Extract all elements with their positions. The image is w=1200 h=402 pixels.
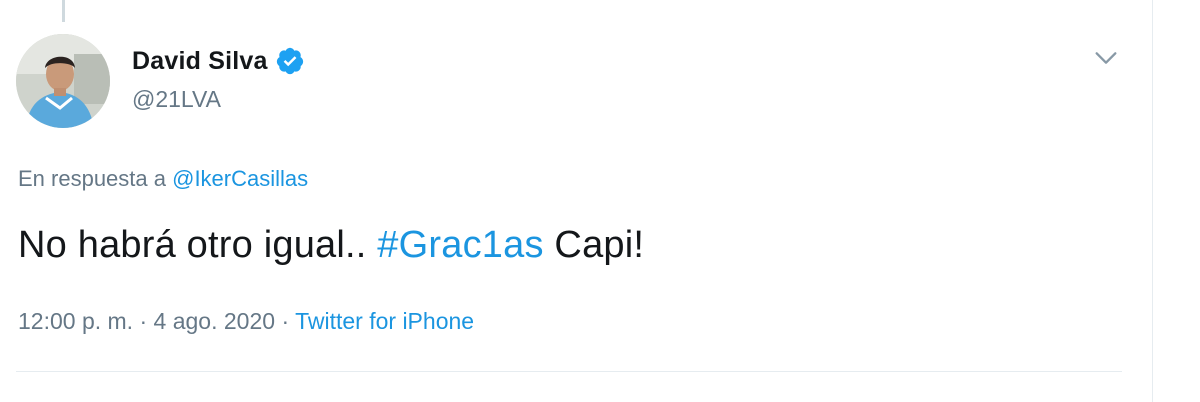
author-handle[interactable]: @21LVA bbox=[132, 86, 305, 113]
reply-context: En respuesta a @IkerCasillas bbox=[18, 166, 308, 192]
meta-separator: · bbox=[281, 308, 290, 334]
author-name-row: David Silva bbox=[132, 44, 305, 78]
tweet-text: No habrá otro igual.. #Grac1as Capi! bbox=[18, 224, 644, 267]
column-border bbox=[1152, 0, 1153, 402]
tweet-meta: 12:00 p. m. · 4 ago. 2020 · Twitter for … bbox=[18, 308, 474, 335]
avatar[interactable] bbox=[16, 34, 110, 128]
tweet-page: David Silva @21LVA En respuesta a @IkerC… bbox=[0, 0, 1200, 402]
divider bbox=[16, 371, 1122, 372]
tweet-source-link[interactable]: Twitter for iPhone bbox=[295, 308, 474, 334]
chevron-down-icon[interactable] bbox=[1092, 44, 1120, 72]
reply-prefix: En respuesta a bbox=[18, 166, 166, 191]
thread-connector-line bbox=[62, 0, 65, 22]
hashtag-link[interactable]: #Grac1as bbox=[377, 224, 543, 266]
author-display-name[interactable]: David Silva bbox=[132, 47, 268, 76]
reply-mention-link[interactable]: @IkerCasillas bbox=[172, 166, 308, 191]
avatar-photo-icon bbox=[16, 34, 110, 128]
tweet-date[interactable]: 4 ago. 2020 bbox=[154, 308, 276, 334]
tweet-header: David Silva @21LVA bbox=[132, 44, 305, 113]
tweet-time[interactable]: 12:00 p. m. bbox=[18, 308, 133, 334]
tweet-text-end: Capi! bbox=[554, 224, 645, 266]
verified-badge-icon bbox=[276, 47, 303, 75]
meta-separator: · bbox=[139, 308, 148, 334]
tweet-text-main: No habrá otro igual.. bbox=[18, 224, 367, 266]
